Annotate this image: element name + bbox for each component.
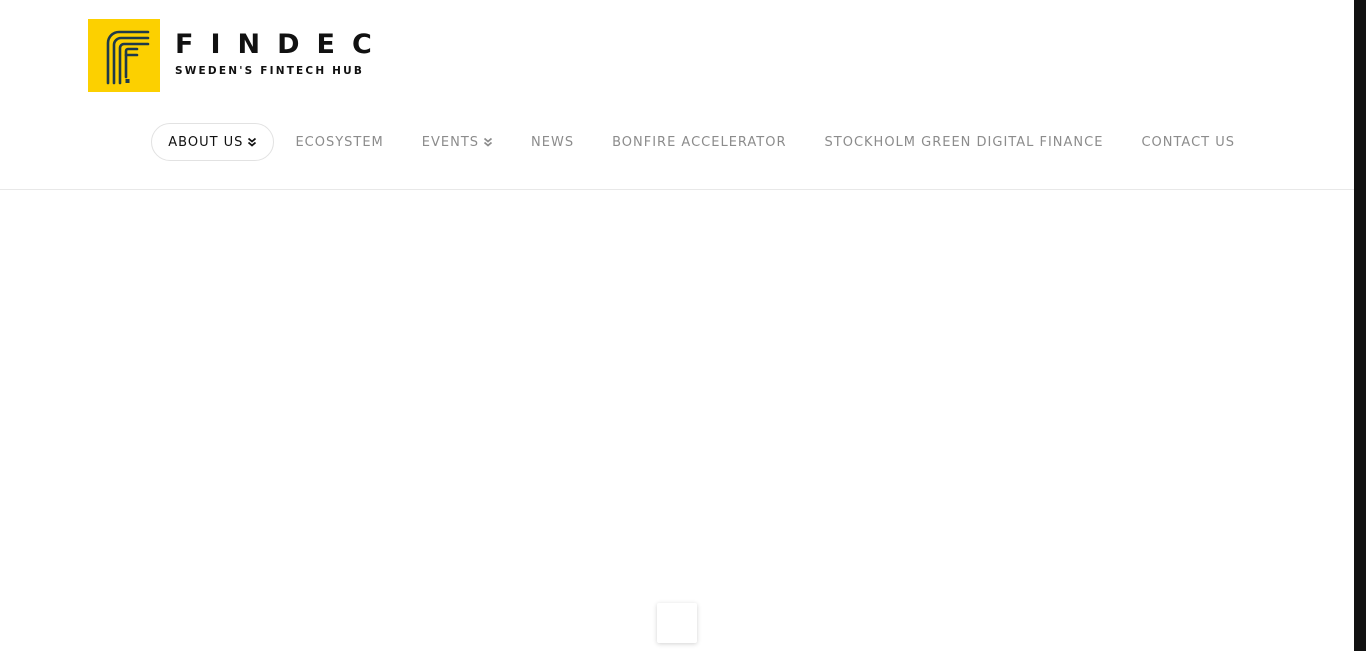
nav-item-bonfire-accelerator[interactable]: BONFIRE ACCELERATOR [593, 123, 805, 161]
nav-item-label: ABOUT US [168, 134, 244, 150]
brand-tagline: SWEDEN'S FINTECH HUB [175, 65, 365, 77]
nav-item-stockholm-green-digital-finance[interactable]: STOCKHOLM GREEN DIGITAL FINANCE [806, 123, 1123, 161]
page: FINDEC SWEDEN'S FINTECH HUB ABOUT US ECO… [0, 0, 1366, 651]
site-header: FINDEC SWEDEN'S FINTECH HUB ABOUT US ECO… [0, 0, 1354, 190]
brand-name: FINDEC [175, 29, 389, 60]
nav-item-about-us[interactable]: ABOUT US [151, 123, 275, 161]
main-navigation: ABOUT US ECOSYSTEM EVENTS NEWS BONFIRE A… [151, 123, 1254, 161]
nav-item-ecosystem[interactable]: ECOSYSTEM [276, 123, 402, 161]
nav-item-label: EVENTS [421, 134, 480, 150]
double-chevron-down-icon [483, 137, 493, 147]
scrollbar[interactable] [1354, 0, 1366, 651]
nav-item-label: NEWS [531, 134, 575, 150]
nav-item-label: ECOSYSTEM [295, 134, 384, 150]
nav-item-news[interactable]: NEWS [512, 123, 593, 161]
nav-item-label: CONTACT US [1141, 134, 1235, 150]
nav-item-label: STOCKHOLM GREEN DIGITAL FINANCE [824, 134, 1104, 150]
site-logo[interactable]: FINDEC SWEDEN'S FINTECH HUB [88, 19, 389, 92]
double-chevron-down-icon [248, 137, 257, 147]
nav-item-events[interactable]: EVENTS [403, 123, 512, 161]
nav-item-contact-us[interactable]: CONTACT US [1122, 123, 1254, 161]
findec-f-logo-icon [88, 19, 160, 92]
loading-indicator [657, 603, 697, 643]
logo-text: FINDEC SWEDEN'S FINTECH HUB [175, 30, 389, 78]
nav-item-label: BONFIRE ACCELERATOR [612, 134, 787, 150]
